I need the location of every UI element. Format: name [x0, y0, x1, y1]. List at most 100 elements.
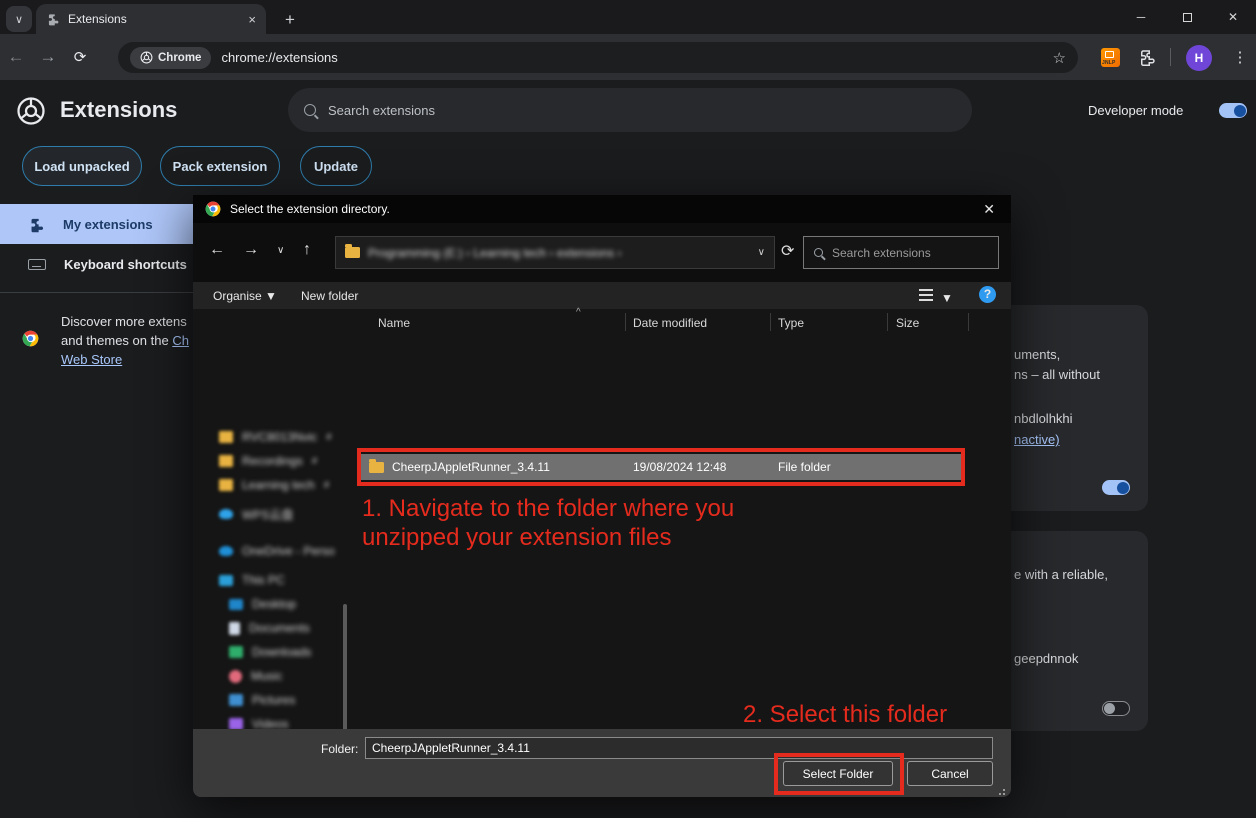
annotation-box-file-row	[357, 448, 965, 486]
cancel-button[interactable]: Cancel	[907, 761, 993, 786]
music-icon	[229, 670, 242, 683]
extensions-search-input[interactable]: Search extensions	[288, 88, 972, 132]
bookmark-star-icon[interactable]: ☆	[1053, 49, 1066, 67]
pictures-icon	[229, 694, 243, 706]
sort-asc-icon: ^	[576, 307, 581, 318]
organise-menu[interactable]: Organise ▼	[213, 289, 277, 303]
folder-icon	[219, 455, 233, 467]
window-controls: ─ ✕	[1118, 0, 1256, 34]
desktop-icon	[229, 599, 243, 610]
sidebar-label: Keyboard shortcuts	[64, 257, 187, 272]
dialog-search-input[interactable]: Search extensions	[803, 236, 999, 269]
dialog-toolbar: Organise ▼ New folder ▼ ?	[193, 282, 1011, 309]
address-bar[interactable]: Chrome chrome://extensions ☆	[118, 42, 1078, 73]
pc-icon	[219, 575, 233, 586]
view-mode-icon[interactable]	[919, 289, 933, 301]
back-icon[interactable]: ←	[0, 47, 32, 67]
developer-mode-toggle[interactable]	[1219, 103, 1247, 118]
search-placeholder: Search extensions	[328, 103, 435, 118]
reload-icon[interactable]: ⟳	[64, 48, 96, 66]
update-button[interactable]: Update	[300, 146, 372, 186]
refresh-icon[interactable]: ⟳	[781, 241, 794, 261]
sidebar-item-keyboard-shortcuts[interactable]: Keyboard shortcuts	[0, 244, 193, 284]
tree-item[interactable]: Downloads	[229, 640, 389, 664]
web-store-icon	[22, 330, 39, 347]
tree-item[interactable]: Documents	[229, 616, 389, 640]
nav-recent-chevron-icon[interactable]: ∨	[277, 245, 284, 256]
help-icon[interactable]: ?	[979, 286, 996, 303]
search-icon	[814, 248, 823, 257]
chrome-chip: Chrome	[130, 47, 211, 69]
chrome-outline-icon	[140, 51, 153, 64]
tree-item[interactable]: Recordings#	[219, 449, 379, 473]
tree-item[interactable]: Learning tech#	[219, 473, 379, 497]
column-header-date[interactable]: Date modified	[633, 316, 707, 330]
extensions-logo-icon	[16, 96, 46, 126]
breadcrumb-path: Programming (E:) › Learning tech › exten…	[368, 246, 750, 260]
page-title: Extensions	[60, 97, 177, 123]
select-directory-dialog: Select the extension directory. ✕ ← → ∨ …	[193, 195, 1011, 797]
dialog-search-placeholder: Search extensions	[832, 246, 931, 260]
web-store-link[interactable]: Web Store	[61, 352, 122, 367]
dialog-title-bar[interactable]: Select the extension directory. ✕	[193, 195, 1011, 223]
tab-close-icon[interactable]: ×	[248, 12, 256, 27]
dialog-body: RVC8013Nvic# Recordings# Learning tech# …	[193, 309, 1011, 729]
chrome-icon	[205, 201, 221, 217]
tab-extensions[interactable]: Extensions ×	[36, 4, 266, 34]
breadcrumb-dropdown-icon[interactable]: ∨	[758, 247, 765, 258]
tree-item[interactable]: WPS云盘	[219, 502, 379, 526]
profile-avatar[interactable]: H	[1186, 45, 1212, 71]
view-mode-chevron-icon[interactable]: ▼	[941, 291, 953, 305]
jnlp-extension-icon[interactable]: JNLP	[1101, 48, 1120, 67]
folder-icon	[345, 247, 360, 258]
column-header-size[interactable]: Size	[896, 316, 919, 330]
load-unpacked-button[interactable]: Load unpacked	[22, 146, 142, 186]
dialog-close-icon[interactable]: ✕	[983, 201, 999, 218]
tree-item[interactable]: RVC8013Nvic#	[219, 425, 379, 449]
nav-back-icon[interactable]: ←	[209, 241, 225, 259]
extensions-puzzle-icon[interactable]	[1138, 48, 1156, 66]
browser-menu-icon[interactable]: ⋮	[1228, 46, 1252, 70]
annotation-box-select-folder	[774, 753, 904, 795]
annotation-step1: 1. Navigate to the folder where you unzi…	[362, 494, 734, 552]
pack-extension-button[interactable]: Pack extension	[160, 146, 280, 186]
tab-strip: ∨ Extensions × + ─ ✕	[0, 0, 1256, 34]
nav-forward-icon[interactable]: →	[243, 241, 259, 259]
new-tab-button[interactable]: +	[278, 8, 302, 32]
toolbar-divider	[1170, 48, 1171, 66]
dialog-footer: Folder: Select Folder Cancel	[193, 729, 1011, 797]
inspect-views-link[interactable]: nactive)	[1014, 432, 1060, 447]
folder-icon	[219, 479, 233, 491]
tree-item[interactable]: OneDrive - Perso	[219, 539, 379, 563]
breadcrumb[interactable]: Programming (E:) › Learning tech › exten…	[335, 236, 775, 269]
column-header-name[interactable]: Name	[378, 316, 410, 330]
resize-grip[interactable]	[1003, 789, 1005, 791]
minimize-icon[interactable]: ─	[1118, 0, 1164, 34]
tab-search-button[interactable]: ∨	[6, 6, 32, 32]
window-close-icon[interactable]: ✕	[1210, 0, 1256, 34]
tree-item[interactable]: Pictures	[229, 688, 389, 712]
tab-title: Extensions	[68, 12, 240, 26]
downloads-icon	[229, 646, 243, 658]
annotation-step2: 2. Select this folder	[743, 700, 947, 729]
forward-icon[interactable]: →	[32, 47, 64, 67]
nav-up-icon[interactable]: ↑	[303, 241, 311, 259]
sidebar-item-my-extensions[interactable]: My extensions	[0, 204, 193, 244]
web-store-blurb: Discover more extens and themes on the C…	[61, 312, 196, 369]
cloud-icon	[219, 509, 233, 519]
tree-item[interactable]: Music	[229, 664, 389, 688]
extension-toggle[interactable]	[1102, 480, 1130, 495]
sidebar-label: My extensions	[63, 217, 153, 232]
tree-item[interactable]: Desktop	[229, 592, 389, 616]
documents-icon	[229, 622, 240, 635]
web-store-link[interactable]: Ch	[172, 333, 189, 348]
new-folder-button[interactable]: New folder	[301, 289, 358, 303]
tree-item[interactable]: This PC	[219, 568, 379, 592]
puzzle-icon	[28, 216, 45, 233]
maximize-icon[interactable]	[1164, 0, 1210, 34]
pin-icon: #	[312, 456, 318, 467]
column-header-type[interactable]: Type	[778, 316, 804, 330]
extension-toggle[interactable]	[1102, 701, 1130, 716]
extension-card: e with a reliable, geepdnnok	[1008, 531, 1148, 731]
extension-card: uments, ns – all without nbdlolhkhi nact…	[1008, 305, 1148, 511]
